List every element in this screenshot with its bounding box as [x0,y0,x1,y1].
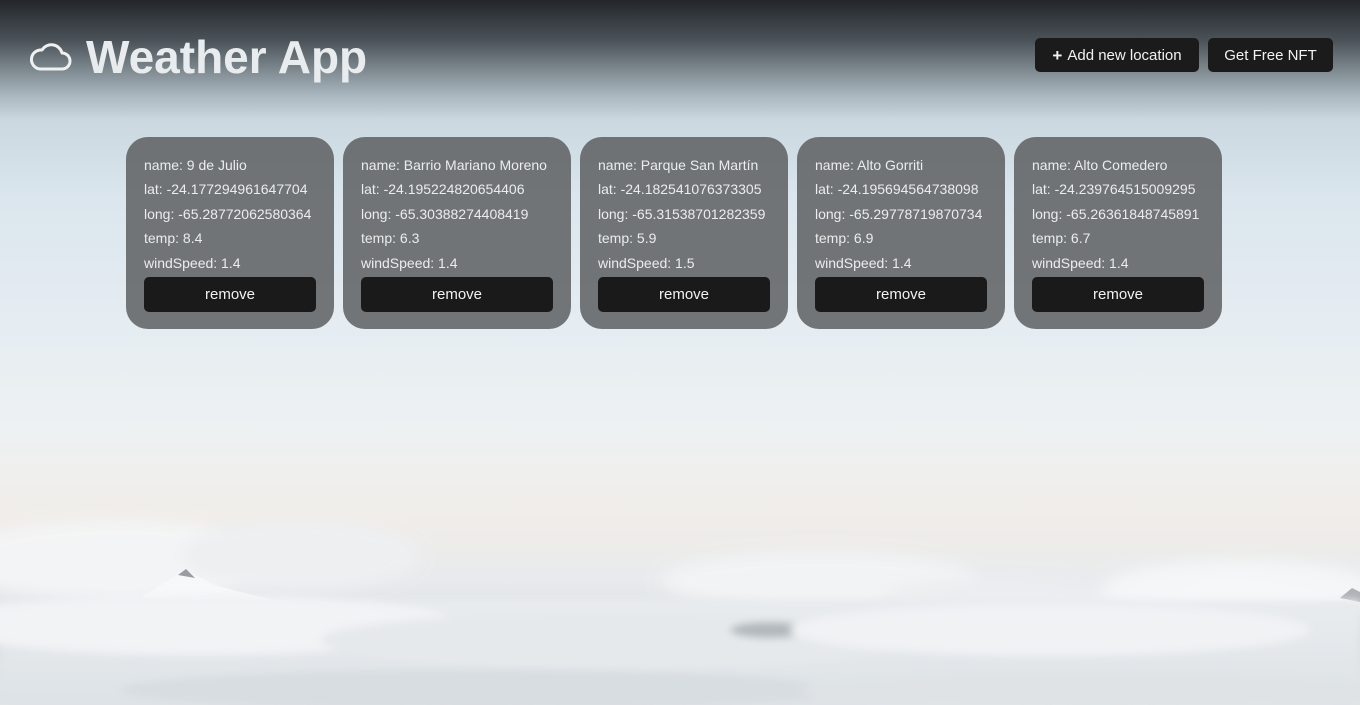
plus-icon: + [1052,45,1063,65]
location-lat: lat: -24.239764515009295 [1032,181,1196,198]
header-actions: + Add new location Get Free NFT [1035,38,1333,72]
location-temp: temp: 8.4 [144,230,203,247]
location-long: long: -65.31538701282359 [598,205,766,222]
add-location-label: Add new location [1067,46,1182,64]
location-long: long: -65.30388274408419 [361,205,529,222]
location-windspeed: windSpeed: 1.4 [144,254,241,271]
location-cards: name: 9 de Julio lat: -24.17729496164770… [126,137,1222,329]
location-card: name: Alto Comedero lat: -24.23976451500… [1014,137,1222,329]
location-lat: lat: -24.195694564738098 [815,181,979,198]
location-long: long: -65.26361848745891 [1032,205,1200,222]
location-windspeed: windSpeed: 1.4 [1032,254,1129,271]
location-temp: temp: 6.3 [361,230,420,247]
page-title: Weather App [86,31,368,83]
remove-button[interactable]: remove [815,277,987,313]
location-windspeed: windSpeed: 1.5 [598,254,695,271]
location-card: name: Alto Gorriti lat: -24.195694564738… [797,137,1005,329]
remove-button[interactable]: remove [361,277,553,313]
cloud-icon [30,43,72,71]
location-card: name: Barrio Mariano Moreno lat: -24.195… [343,137,571,329]
location-temp: temp: 6.7 [1032,230,1091,247]
location-temp: temp: 5.9 [598,230,657,247]
brand: Weather App [30,30,367,84]
location-name: name: Barrio Mariano Moreno [361,157,547,173]
location-lat: lat: -24.177294961647704 [144,181,308,198]
location-name: name: Alto Comedero [1032,157,1168,173]
location-name: name: Alto Gorriti [815,157,924,173]
remove-button[interactable]: remove [598,277,770,313]
location-card: name: Parque San Martín lat: -24.1825410… [580,137,788,329]
location-temp: temp: 6.9 [815,230,874,247]
get-free-nft-button[interactable]: Get Free NFT [1208,38,1333,72]
remove-button[interactable]: remove [1032,277,1204,313]
location-name: name: Parque San Martín [598,157,759,173]
location-long: long: -65.29778719870734 [815,205,983,222]
location-windspeed: windSpeed: 1.4 [361,254,458,271]
location-lat: lat: -24.195224820654406 [361,181,525,198]
location-name: name: 9 de Julio [144,157,247,173]
location-lat: lat: -24.182541076373305 [598,181,762,198]
location-card: name: 9 de Julio lat: -24.17729496164770… [126,137,334,329]
remove-button[interactable]: remove [144,277,316,313]
location-long: long: -65.28772062580364 [144,205,312,222]
location-windspeed: windSpeed: 1.4 [815,254,912,271]
app-header: Weather App + Add new location Get Free … [0,0,1360,110]
add-location-button[interactable]: + Add new location [1035,38,1199,72]
